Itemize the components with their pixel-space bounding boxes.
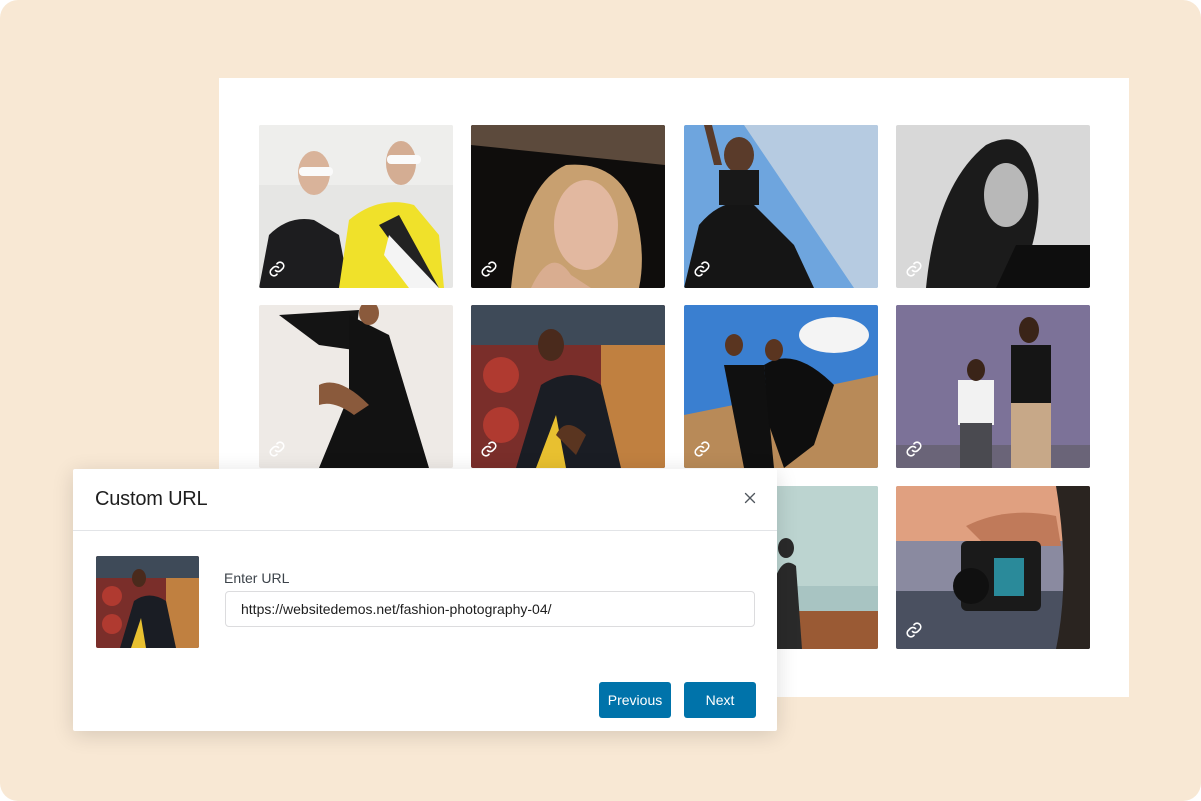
link-icon[interactable] <box>480 260 498 278</box>
link-icon[interactable] <box>268 260 286 278</box>
gallery-item[interactable] <box>259 125 453 288</box>
link-icon[interactable] <box>905 260 923 278</box>
photo-two-women-sunglasses <box>259 125 453 288</box>
link-icon[interactable] <box>905 440 923 458</box>
gallery-item[interactable] <box>259 305 453 468</box>
gallery-item[interactable] <box>471 125 665 288</box>
previous-button[interactable]: Previous <box>599 682 671 718</box>
photo-two-men-standing <box>896 305 1090 468</box>
gallery-item[interactable] <box>896 486 1090 649</box>
url-input[interactable] <box>225 591 755 627</box>
page-background: Custom URL Enter URL Previous Next <box>0 0 1201 801</box>
link-icon[interactable] <box>693 440 711 458</box>
photo-couple-desert-sky <box>684 305 878 468</box>
link-icon[interactable] <box>480 440 498 458</box>
photo-woman-windblown-hair-bw <box>896 125 1090 288</box>
gallery-item[interactable] <box>471 305 665 468</box>
photo-woman-fence-sky <box>684 125 878 288</box>
photo-blonde-woman-closeup <box>471 125 665 288</box>
photo-camera-hands-sunset <box>896 486 1090 649</box>
modal-title: Custom URL <box>95 488 208 510</box>
modal-header: Custom URL <box>73 469 777 531</box>
close-icon[interactable] <box>741 489 759 507</box>
next-button[interactable]: Next <box>684 682 756 718</box>
link-icon[interactable] <box>905 621 923 639</box>
photo-man-graffiti-wall <box>471 305 665 468</box>
gallery-item[interactable] <box>684 125 878 288</box>
gallery-item[interactable] <box>896 305 1090 468</box>
link-icon[interactable] <box>693 260 711 278</box>
custom-url-modal: Custom URL Enter URL Previous Next <box>73 469 777 731</box>
selected-image-thumbnail <box>96 556 199 648</box>
url-field-label: Enter URL <box>224 570 290 586</box>
gallery-item[interactable] <box>684 305 878 468</box>
gallery-item[interactable] <box>896 125 1090 288</box>
link-icon[interactable] <box>268 440 286 458</box>
photo-man-graffiti-wall <box>96 556 199 648</box>
photo-woman-black-dress-pose <box>259 305 453 468</box>
